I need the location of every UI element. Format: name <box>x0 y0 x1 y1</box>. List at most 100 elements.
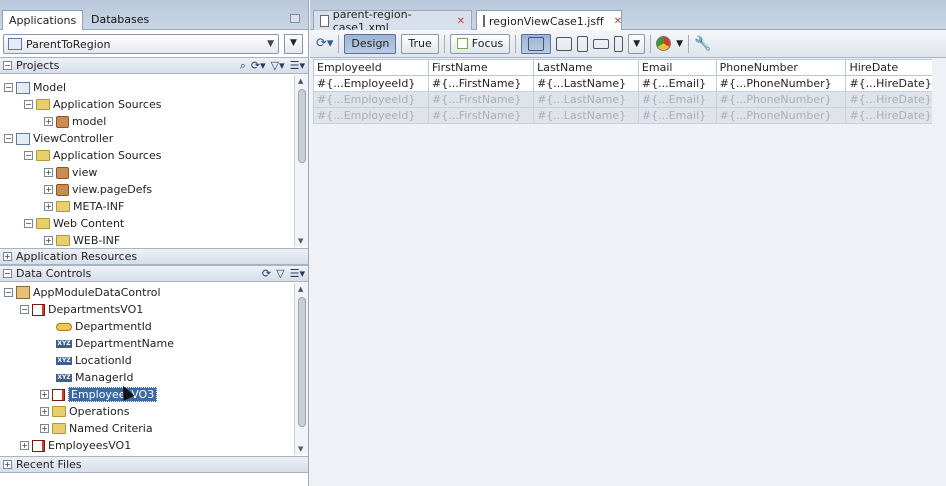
editor-scrollbar[interactable] <box>932 58 946 486</box>
options-icon[interactable]: ☰▾ <box>290 59 305 72</box>
tree-item-departmentsvo1[interactable]: − DepartmentsVO1 <box>20 301 143 318</box>
scroll-down-icon[interactable]: ▼ <box>298 445 303 453</box>
expand-icon[interactable]: + <box>3 252 12 261</box>
employees-table[interactable]: EmployeeId FirstName LastName Email Phon… <box>312 59 944 124</box>
tab-regionviewcase1[interactable]: regionViewCase1.jsff ✕ <box>476 10 622 31</box>
refresh-icon[interactable]: ⟳▾ <box>251 59 266 72</box>
wrench-icon[interactable]: 🔧 <box>694 36 711 52</box>
collapse-icon[interactable]: − <box>3 269 12 278</box>
chevron-down-icon[interactable]: ▼ <box>676 39 683 49</box>
table-row[interactable]: #{...EmployeeId} #{...FirstName} #{...La… <box>312 91 944 108</box>
collapse-icon[interactable]: − <box>24 100 33 109</box>
table-row[interactable]: #{...EmployeeId} #{...FirstName} #{...La… <box>312 107 944 124</box>
options-icon[interactable]: ☰▾ <box>290 267 305 280</box>
table-cell[interactable]: #{...LastName} <box>533 107 639 124</box>
table-cell[interactable]: #{...HireDate} <box>845 75 944 92</box>
tablet-landscape-icon[interactable] <box>556 36 573 51</box>
table-cell[interactable]: #{...Email} <box>637 75 717 92</box>
table-cell[interactable]: #{...Email} <box>637 91 717 108</box>
tree-item-departmentname[interactable]: XYZ DepartmentName <box>56 335 174 352</box>
expand-icon[interactable]: + <box>44 236 53 245</box>
tree-item-view-pagedefs[interactable]: + view.pageDefs <box>44 181 152 198</box>
tree-item-meta-inf[interactable]: + META-INF <box>44 198 124 215</box>
tree-item-operations[interactable]: + Operations <box>40 403 129 420</box>
refresh-icon[interactable]: ⟳ <box>262 267 271 280</box>
collapse-icon[interactable]: − <box>4 288 13 297</box>
application-resources-header[interactable]: + Application Resources <box>0 248 308 265</box>
table-cell[interactable]: #{...FirstName} <box>428 107 535 124</box>
tree-item-viewcontroller[interactable]: − ViewController <box>4 130 113 147</box>
tablet-portrait-icon[interactable] <box>577 35 589 52</box>
table-cell[interactable]: #{...HireDate} <box>845 91 944 108</box>
tree-item-model-package[interactable]: + model <box>44 113 106 130</box>
tree-item-web-inf[interactable]: + WEB-INF <box>44 232 120 247</box>
table-cell[interactable]: #{...EmployeeId} <box>312 91 430 108</box>
tree-item-locationid[interactable]: XYZ LocationId <box>56 352 132 369</box>
scroll-thumb[interactable] <box>298 297 306 427</box>
collapse-icon[interactable]: − <box>24 219 33 228</box>
column-header[interactable]: PhoneNumber <box>715 59 847 76</box>
close-icon[interactable]: ✕ <box>457 16 465 27</box>
table-cell[interactable]: #{...LastName} <box>533 91 639 108</box>
column-header[interactable]: HireDate <box>845 59 944 76</box>
design-button[interactable]: Design <box>344 33 397 54</box>
collapse-icon[interactable]: − <box>20 305 29 314</box>
column-header[interactable]: FirstName <box>428 59 535 76</box>
application-menu-button[interactable]: ▼ <box>284 34 303 54</box>
refresh-icon[interactable]: ⟳▾ <box>316 36 333 51</box>
close-icon[interactable]: ✕ <box>614 16 622 27</box>
data-controls-header[interactable]: − Data Controls ⟳ ▽ ☰▾ <box>0 265 308 282</box>
focus-button[interactable]: Focus <box>449 33 511 54</box>
column-header[interactable]: LastName <box>533 59 639 76</box>
scroll-up-icon[interactable]: ▲ <box>298 285 303 293</box>
collapse-icon[interactable]: − <box>3 61 12 70</box>
scroll-up-icon[interactable]: ▲ <box>298 77 303 85</box>
tree-item-named-criteria[interactable]: + Named Criteria <box>40 420 153 437</box>
expand-icon[interactable]: + <box>3 460 12 469</box>
tab-databases[interactable]: Databases <box>85 10 165 30</box>
scroll-down-icon[interactable]: ▼ <box>298 237 303 245</box>
filter-icon[interactable]: ▽ <box>276 267 284 280</box>
tab-parent-region-case1[interactable]: parent-region-case1.xml ✕ <box>313 8 472 34</box>
expand-icon[interactable]: + <box>44 117 53 126</box>
table-row[interactable]: #{...EmployeeId} #{...FirstName} #{...La… <box>312 75 944 92</box>
expand-icon[interactable]: + <box>40 407 49 416</box>
phone-portrait-icon[interactable] <box>614 35 624 52</box>
table-cell[interactable]: #{...PhoneNumber} <box>715 75 847 92</box>
application-selector[interactable]: ParentToRegion ▼ <box>3 34 279 54</box>
expand-icon[interactable]: + <box>44 185 53 194</box>
tree-item-application-sources[interactable]: − Application Sources <box>24 147 161 164</box>
expand-icon[interactable]: + <box>40 424 49 433</box>
chrome-browser-icon[interactable] <box>656 36 672 51</box>
collapse-icon[interactable]: − <box>4 134 13 143</box>
tree-item-web-content[interactable]: − Web Content <box>24 215 124 232</box>
table-cell[interactable]: #{...HireDate} <box>845 107 944 124</box>
expand-icon[interactable]: + <box>40 390 49 399</box>
projects-scrollbar[interactable]: ▲ ▼ <box>294 75 308 247</box>
tab-applications[interactable]: Applications <box>2 10 83 30</box>
table-cell[interactable]: #{...Email} <box>637 107 717 124</box>
table-cell[interactable]: #{...LastName} <box>533 75 639 92</box>
tree-item-employeesvo3[interactable]: + EmployeesVO3 <box>40 386 158 403</box>
table-cell[interactable]: #{...FirstName} <box>428 75 535 92</box>
search-icon[interactable]: ⌕ <box>240 59 246 73</box>
column-header[interactable]: EmployeeId <box>312 59 430 76</box>
filter-icon[interactable]: ▽▾ <box>271 59 285 72</box>
scroll-thumb[interactable] <box>298 89 306 163</box>
minimize-icon[interactable] <box>290 14 300 23</box>
column-header[interactable]: Email <box>637 59 717 76</box>
table-cell[interactable]: #{...EmployeeId} <box>312 107 430 124</box>
desktop-view-button[interactable] <box>521 33 552 54</box>
tree-item-application-sources[interactable]: − Application Sources <box>24 96 161 113</box>
device-menu-button[interactable]: ▼ <box>628 33 646 54</box>
table-cell[interactable]: #{...FirstName} <box>428 91 535 108</box>
table-cell[interactable]: #{...PhoneNumber} <box>715 91 847 108</box>
collapse-icon[interactable]: − <box>4 83 13 92</box>
tree-item-appmoduledatacontrol[interactable]: − AppModuleDataControl <box>4 284 161 301</box>
tree-item-managerid[interactable]: XYZ ManagerId <box>56 369 133 386</box>
table-cell[interactable]: #{...EmployeeId} <box>312 75 430 92</box>
true-button[interactable]: True <box>401 33 439 54</box>
tree-item-departmentid[interactable]: DepartmentId <box>56 318 152 335</box>
recent-files-header[interactable]: + Recent Files <box>0 456 308 473</box>
tree-item-employeesvo1[interactable]: + EmployeesVO1 <box>20 437 131 454</box>
